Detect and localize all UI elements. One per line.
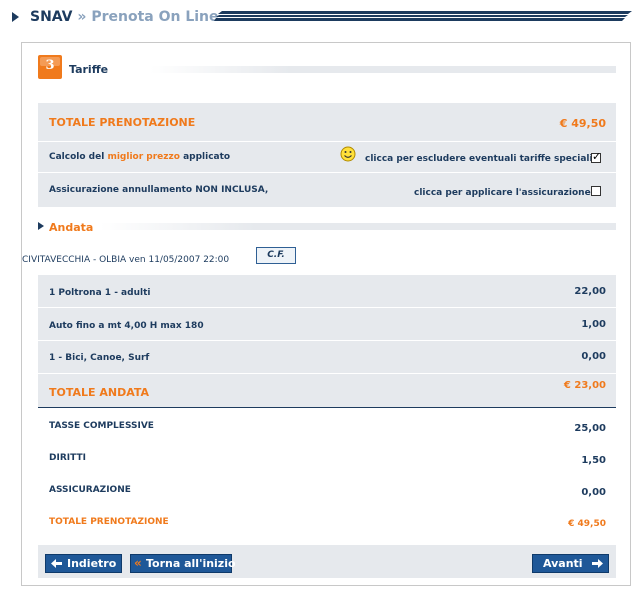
totals-row-label: DIRITTI — [49, 453, 86, 463]
totals-row-value: 0,00 — [581, 487, 606, 498]
summary-total-label: TOTALE PRENOTAZIONE — [49, 116, 196, 129]
best-price-text: Calcolo del miglior prezzo applicato — [49, 152, 231, 162]
totals-row-value: 1,50 — [581, 455, 606, 466]
andata-title: Andata — [49, 221, 94, 234]
summary-total-value: € 49,50 — [559, 117, 606, 130]
step-title: Tariffe — [69, 63, 109, 76]
best-price-checkbox[interactable] — [591, 150, 601, 163]
cf-button[interactable]: C.F. — [256, 247, 296, 264]
smiley-icon — [340, 146, 356, 162]
andata-total-value: € 23,00 — [563, 380, 606, 391]
header-stripe-decoration — [214, 11, 632, 21]
step-title-bar — [150, 66, 616, 73]
navigation-bar — [38, 545, 616, 578]
route-info: CIVITAVECCHIA - OLBIA ven 11/05/2007 22:… — [22, 255, 230, 265]
andata-item-value: 0,00 — [581, 351, 606, 362]
back-button[interactable]: Indietro — [45, 554, 122, 573]
totals-row-label: TASSE COMPLESSIVE — [49, 421, 154, 431]
header-subtitle: Prenota On Line — [91, 9, 219, 25]
brand-name: SNAV — [30, 9, 73, 25]
totals-total-label: TOTALE PRENOTAZIONE — [49, 517, 169, 527]
andata-item-label: 1 - Bici, Canoe, Surf — [49, 353, 150, 363]
andata-title-bar — [100, 223, 616, 230]
double-chevron-left-icon: « — [134, 556, 142, 570]
totals-row-label: ASSICURAZIONE — [49, 485, 131, 495]
insurance-checkbox[interactable] — [591, 186, 601, 196]
insurance-action-label: clicca per applicare l'assicurazione — [414, 188, 591, 198]
best-price-action-label: clicca per escludere eventuali tariffe s… — [365, 154, 593, 164]
header-bullet-icon — [12, 12, 19, 22]
arrow-right-icon — [592, 559, 603, 568]
andata-bullet-icon — [38, 222, 44, 230]
totals-divider — [38, 407, 616, 408]
totals-total-value: € 49,50 — [568, 519, 606, 529]
totals-row-value: 25,00 — [574, 423, 606, 434]
page-header: SNAV » Prenota On Line — [0, 0, 638, 36]
restart-button[interactable]: « Torna all'inizio — [130, 554, 236, 573]
step-number-badge: 3 — [38, 55, 62, 79]
andata-total-label: TOTALE ANDATA — [49, 386, 150, 399]
andata-item-value: 1,00 — [581, 319, 606, 330]
insurance-text: Assicurazione annullamento NON INCLUSA, — [49, 185, 269, 195]
andata-item-label: Auto fino a mt 4,00 H max 180 — [49, 321, 204, 331]
andata-item-label: 1 Poltrona 1 - adulti — [49, 288, 151, 298]
header-title: SNAV » Prenota On Line — [30, 9, 219, 25]
header-separator: » — [77, 9, 87, 25]
next-button[interactable]: Avanti — [532, 554, 609, 573]
andata-item-value: 22,00 — [574, 286, 606, 297]
step-number: 3 — [45, 58, 55, 73]
arrow-left-icon — [51, 559, 62, 568]
